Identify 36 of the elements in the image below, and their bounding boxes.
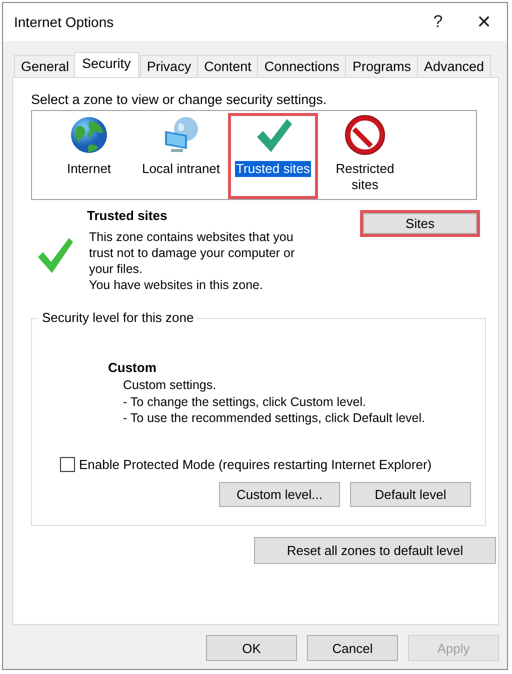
no-entry-icon bbox=[345, 115, 385, 155]
zone-title: Trusted sites bbox=[87, 208, 168, 223]
zone-item[interactable]: Internet bbox=[46, 115, 132, 197]
level-description: - To change the settings, click Custom level. bbox=[123, 394, 367, 410]
zone-label: Restricted sites bbox=[334, 161, 396, 193]
window-title: Internet Options bbox=[14, 14, 115, 30]
level-description: Custom settings. bbox=[123, 377, 218, 394]
tab[interactable]: General bbox=[14, 55, 76, 77]
dialog-button[interactable]: OK bbox=[206, 635, 297, 661]
sites-button[interactable]: Sites bbox=[360, 210, 480, 237]
tab[interactable]: Programs bbox=[345, 55, 418, 77]
level-description: - To use the recommended settings, click Default level. bbox=[123, 410, 426, 426]
help-button[interactable]: ? bbox=[415, 3, 461, 41]
zone-note: You have websites in this zone. bbox=[89, 277, 264, 293]
zone-label: Internet bbox=[66, 161, 112, 177]
checkbox[interactable] bbox=[60, 456, 75, 472]
checkbox-label: Enable Protected Mode (requires restarting Internet Explorer) bbox=[79, 456, 432, 472]
tab[interactable]: Security bbox=[74, 52, 139, 77]
instruction-text: Select a zone to view or change security settings. bbox=[31, 92, 328, 107]
tab[interactable]: Advanced bbox=[416, 55, 491, 77]
zone-description: This zone contains websites that you trust not to damage your computer or your files. bbox=[89, 229, 296, 277]
close-button[interactable]: ✕ bbox=[461, 3, 507, 41]
group-title: Security level for this zone bbox=[39, 310, 197, 325]
level-button[interactable]: Default level bbox=[350, 482, 471, 506]
zone-item[interactable]: Trusted sites bbox=[230, 115, 316, 197]
level-name: Custom bbox=[108, 360, 158, 375]
checkmark-icon bbox=[35, 235, 75, 275]
dialog-button[interactable]: Cancel bbox=[307, 635, 398, 661]
globe-icon bbox=[69, 115, 109, 155]
zone-label: Trusted sites bbox=[235, 161, 311, 177]
level-button[interactable]: Custom level... bbox=[219, 482, 340, 506]
zone-label: Local intranet bbox=[140, 161, 222, 177]
zone-item[interactable]: Local intranet bbox=[138, 115, 224, 197]
tab[interactable]: Privacy bbox=[140, 55, 198, 77]
reset-button[interactable]: Reset all zones to default level bbox=[254, 537, 496, 564]
zone-item[interactable]: Restricted sites bbox=[322, 115, 408, 197]
